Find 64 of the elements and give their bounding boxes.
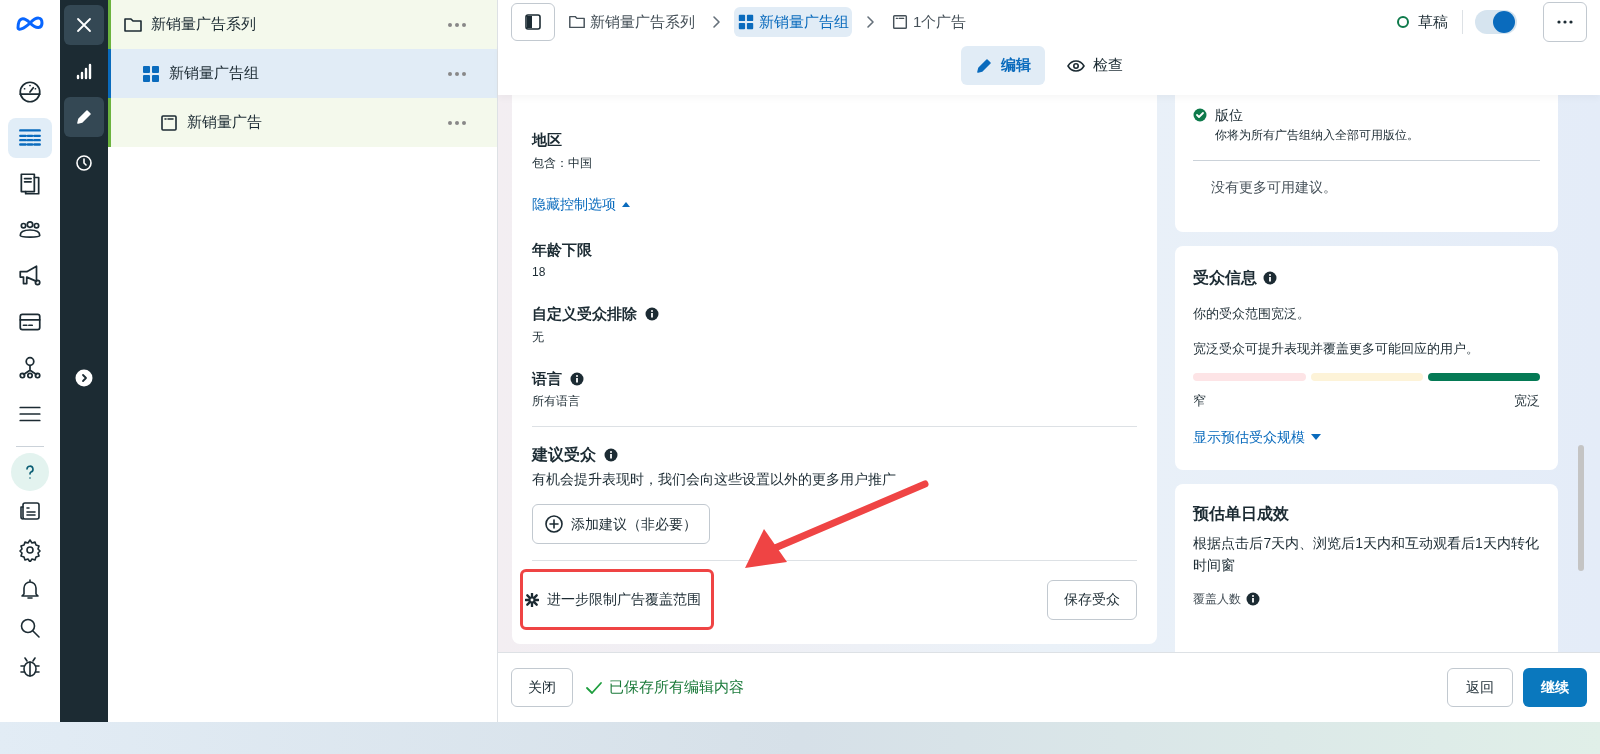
caret-up-icon xyxy=(622,201,630,207)
tree-item[interactable]: 新销量广告系列 xyxy=(108,0,497,49)
meta-logo-icon xyxy=(15,14,45,32)
card-title: 预估单日成效 xyxy=(1193,503,1291,524)
tree-label[interactable]: 新销量广告组 xyxy=(169,62,447,85)
section-title: 建议受众 xyxy=(532,445,596,465)
card-title: 受众信息 xyxy=(1193,268,1258,288)
caret-down-icon xyxy=(1311,434,1322,440)
save-audience-button[interactable]: 保存受众 xyxy=(1047,579,1138,620)
tab[interactable]: 编辑 xyxy=(961,46,1045,85)
sidebar-toggle-icon[interactable] xyxy=(511,3,555,41)
toggle-switch[interactable] xyxy=(1475,10,1517,34)
placement-description: 你将为所有广告组纳入全部可用版位。 xyxy=(1215,127,1420,144)
more-icon[interactable] xyxy=(447,119,467,126)
status-label: 草稿 xyxy=(1418,11,1448,32)
field-value: 无 xyxy=(532,328,545,346)
tree-label[interactable]: 新销量广告系列 xyxy=(151,13,447,36)
tree-item[interactable]: 新销量广告组 xyxy=(108,49,497,98)
field-value: 所有语言 xyxy=(532,393,581,410)
empty-note: 没有更多可用建议。 xyxy=(1210,178,1339,197)
add-suggestion-button[interactable]: 添加建议（非必要） xyxy=(532,504,710,544)
plus-circle-icon xyxy=(545,515,563,533)
grid-icon xyxy=(737,13,755,31)
toggle-link[interactable]: 隐藏控制选项 xyxy=(532,193,616,215)
estimate-link[interactable]: 显示预估受众规模 xyxy=(1193,426,1306,448)
grid-icon xyxy=(141,63,161,84)
card-text: 你的受众范围宽泛。 xyxy=(1193,305,1312,323)
close-button[interactable]: 关闭 xyxy=(511,668,573,707)
field-label: 语言 xyxy=(532,368,562,389)
window-icon xyxy=(891,13,909,31)
pencil-icon[interactable] xyxy=(64,97,104,137)
table-icon[interactable] xyxy=(8,118,52,158)
saved-status: 已保存所有编辑内容 xyxy=(609,677,744,698)
metric-label: 覆盖人数 xyxy=(1193,590,1242,608)
tree-label[interactable]: 新销量广告 xyxy=(187,111,447,134)
gear-icon xyxy=(525,592,539,607)
more-icon[interactable] xyxy=(447,70,467,77)
scrollbar-thumb[interactable] xyxy=(1578,445,1585,571)
field-value: 18 xyxy=(532,264,547,281)
breadcrumb-link[interactable]: 新销量广告组 xyxy=(734,7,852,37)
chevron-right-icon[interactable] xyxy=(75,369,93,387)
breadcrumb-link[interactable]: 新销量广告系列 xyxy=(565,7,698,37)
more-icon[interactable] xyxy=(447,21,467,28)
section-description: 有机会提升表现时，我们会向这些设置以外的更多用户推广 xyxy=(532,470,897,489)
pencil-icon xyxy=(975,56,993,75)
status-circle-icon xyxy=(1396,15,1410,29)
back-button[interactable]: 返回 xyxy=(1447,668,1513,707)
close-icon[interactable] xyxy=(64,5,104,45)
folder-icon xyxy=(568,13,586,31)
field-label: 地区 xyxy=(532,130,562,150)
tree-item[interactable]: 新销量广告 xyxy=(108,98,497,147)
card-text: 根据点击后7天内、浏览后1天内和互动观看后1天内转化时间窗 xyxy=(1193,533,1540,575)
breadcrumb-link[interactable]: 1个广告 xyxy=(888,7,970,37)
field-label: 自定义受众排除 xyxy=(532,304,637,324)
restrict-link[interactable]: 进一步限制广告覆盖范围 xyxy=(547,589,701,610)
field-label: 年龄下限 xyxy=(532,239,592,260)
field-value: 包含：中国 xyxy=(532,154,593,172)
scale-label: 窄 xyxy=(1193,392,1207,410)
card-text: 宽泛受众可提升表现并覆盖更多可能回应的用户。 xyxy=(1193,339,1481,358)
window-icon xyxy=(159,112,179,133)
tab[interactable]: 检查 xyxy=(1053,46,1137,85)
continue-button[interactable]: 继续 xyxy=(1523,668,1587,707)
placement-title: 版位 xyxy=(1215,106,1245,125)
scale-label: 宽泛 xyxy=(1514,392,1541,410)
